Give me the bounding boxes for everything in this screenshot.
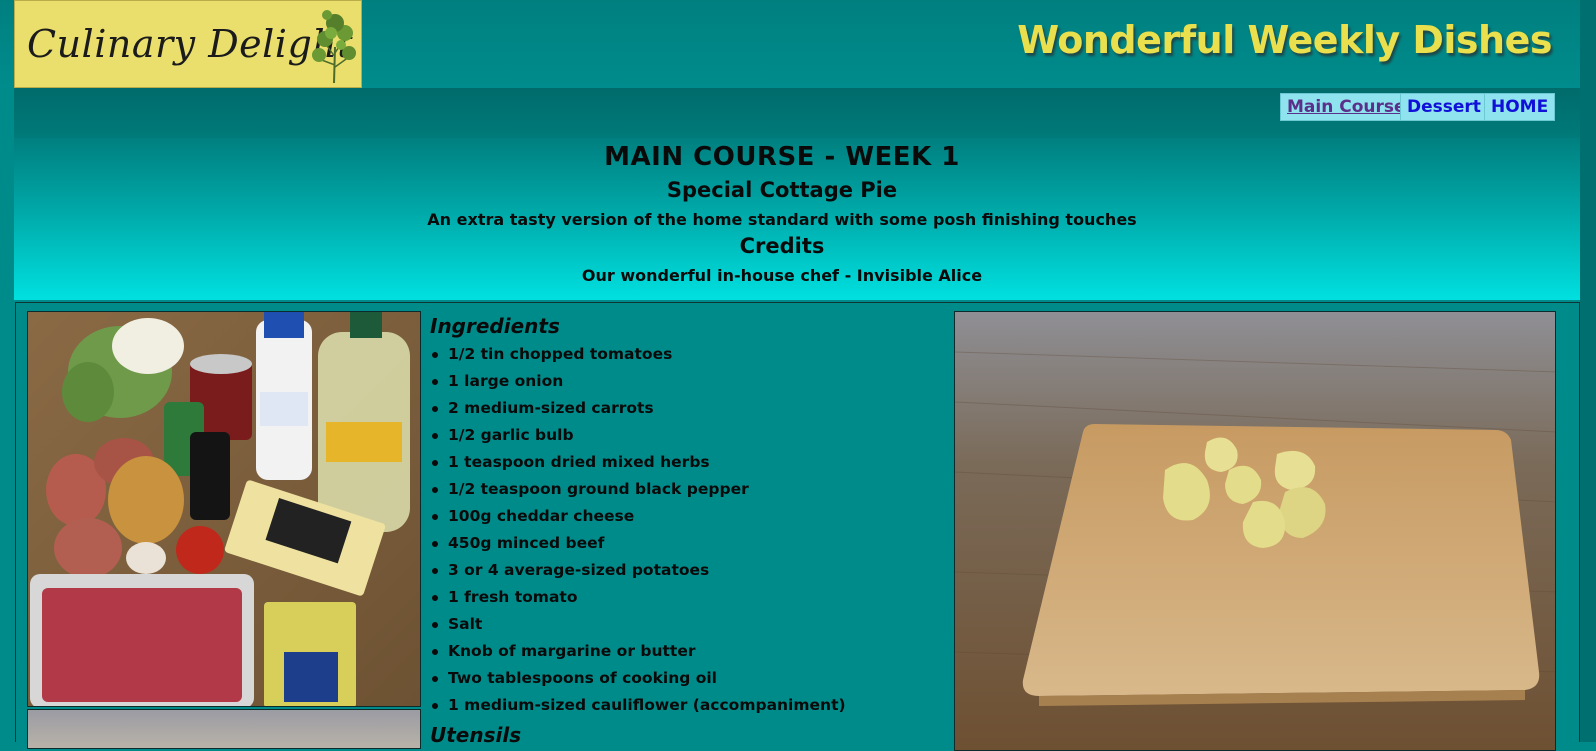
nav-dessert-link[interactable]: Dessert (1400, 93, 1488, 121)
ingredient-item: 1/2 tin chopped tomatoes (430, 341, 930, 368)
dish-title: Special Cottage Pie (666, 178, 898, 202)
ingredient-item: 1 teaspoon dried mixed herbs (430, 449, 930, 476)
ingredient-item: 1/2 garlic bulb (430, 422, 930, 449)
recipe-heading: MAIN COURSE - WEEK 1 Special Cottage Pie… (14, 138, 1580, 300)
ingredient-item: Knob of margarine or butter (430, 638, 930, 665)
nav-home-link[interactable]: HOME (1484, 93, 1556, 121)
site-title: Wonderful Weekly Dishes (1017, 18, 1552, 62)
ingredient-item: Salt (430, 611, 930, 638)
method-photo (27, 709, 421, 749)
ingredient-item: 450g minced beef (430, 530, 930, 557)
ingredients-list: 1/2 tin chopped tomatoes 1 large onion 2… (430, 341, 930, 719)
nav-bar: Main Course Dessert HOME (14, 88, 1580, 138)
credits-heading: Credits (739, 234, 825, 258)
ingredients-photo-image (28, 312, 420, 706)
ingredient-item: 3 or 4 average-sized potatoes (430, 557, 930, 584)
ingredient-item: 100g cheddar cheese (430, 503, 930, 530)
ingredient-item: 1 fresh tomato (430, 584, 930, 611)
ingredients-section: Ingredients 1/2 tin chopped tomatoes 1 l… (430, 311, 930, 719)
ingredient-item: 2 medium-sized carrots (430, 395, 930, 422)
recipe-content: Ingredients 1/2 tin chopped tomatoes 1 l… (15, 302, 1580, 751)
week-heading: MAIN COURSE - WEEK 1 (604, 142, 960, 172)
site-header: Culinary Delight Wonderful Weekly Dishes (0, 0, 1580, 88)
logo[interactable]: Culinary Delight (14, 0, 362, 88)
ingredient-item: 1 large onion (430, 368, 930, 395)
logo-text: Culinary Delight (27, 22, 354, 66)
nav-main-course-link[interactable]: Main Course (1280, 93, 1413, 121)
potatoes-photo (954, 311, 1556, 751)
utensils-heading: Utensils (430, 723, 522, 747)
ingredients-heading: Ingredients (430, 314, 560, 338)
credits-text: Our wonderful in-house chef - Invisible … (581, 266, 983, 285)
ingredient-item: 1/2 teaspoon ground black pepper (430, 476, 930, 503)
ingredients-photo (27, 311, 421, 707)
page-edge (1580, 0, 1596, 742)
dish-description: An extra tasty version of the home stand… (427, 210, 1137, 229)
potatoes-photo-image (955, 312, 1555, 750)
ingredient-item: Two tablespoons of cooking oil (430, 665, 930, 692)
ingredient-item: 1 medium-sized cauliflower (accompanimen… (430, 692, 930, 719)
parsley-icon (312, 10, 356, 83)
